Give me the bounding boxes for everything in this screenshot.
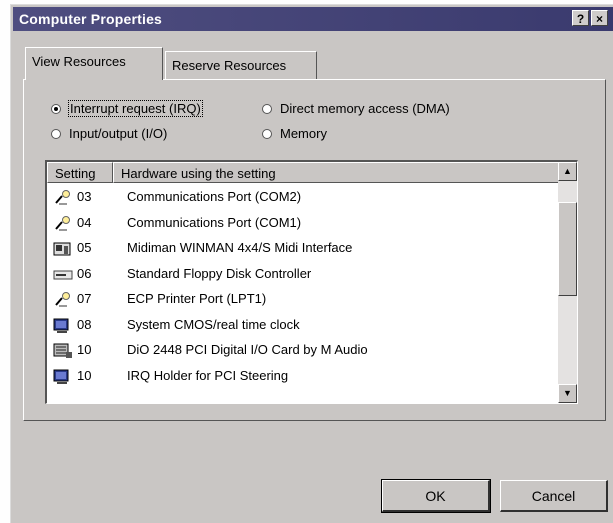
midi-device-icon — [53, 241, 73, 257]
cancel-button[interactable]: Cancel — [500, 480, 608, 512]
list-item[interactable]: 06 Standard Floppy Disk Controller — [47, 262, 559, 288]
list-item[interactable]: 04 Communications Port (COM1) — [47, 211, 559, 237]
row-hardware: DiO 2448 PCI Digital I/O Card by M Audio — [127, 342, 368, 357]
list-item[interactable]: 10 DiO 2448 PCI Digital I/O Card by M Aud… — [47, 338, 559, 364]
column-header-setting[interactable]: Setting — [47, 162, 113, 183]
scroll-down-button[interactable]: ▼ — [558, 384, 577, 403]
radio-io-label: Input/output (I/O) — [69, 126, 168, 141]
row-setting: 10 — [77, 367, 92, 383]
title-bar[interactable]: Computer Properties ? × — [13, 7, 613, 31]
system-device-icon — [53, 318, 73, 334]
list-item[interactable]: 05 Midiman WINMAN 4x4/S Midi Interface — [47, 236, 559, 262]
radio-dma-indicator — [262, 104, 272, 114]
row-setting: 04 — [77, 214, 92, 230]
radio-irq-indicator — [51, 104, 61, 114]
row-setting: 08 — [77, 316, 92, 332]
column-header-hardware[interactable]: Hardware using the setting — [113, 162, 559, 183]
vertical-scrollbar[interactable]: ▲ ▼ — [558, 162, 577, 403]
port-icon — [53, 190, 73, 206]
row-setting: 07 — [77, 291, 92, 306]
help-button[interactable]: ? — [572, 10, 589, 26]
row-hardware: Standard Floppy Disk Controller — [127, 265, 312, 281]
row-hardware: ECP Printer Port (LPT1) — [127, 291, 267, 306]
row-setting: 05 — [77, 240, 92, 255]
radio-memory-label: Memory — [280, 126, 327, 141]
pci-card-icon — [53, 343, 73, 359]
tab-reserve-resources[interactable]: Reserve Resources — [165, 51, 317, 79]
window-title: Computer Properties — [19, 11, 163, 27]
port-icon — [53, 215, 73, 232]
row-setting: 06 — [77, 265, 92, 281]
close-button[interactable]: × — [591, 10, 608, 26]
floppy-controller-icon — [53, 267, 73, 283]
scroll-up-button[interactable]: ▲ — [558, 162, 577, 181]
row-setting: 10 — [77, 342, 92, 357]
scroll-thumb[interactable] — [558, 202, 577, 296]
row-hardware: IRQ Holder for PCI Steering — [127, 367, 289, 383]
row-hardware: Communications Port (COM2) — [127, 189, 302, 204]
radio-dma-label: Direct memory access (DMA) — [280, 101, 450, 116]
tab-view-resources[interactable]: View Resources — [25, 47, 163, 80]
ok-button[interactable]: OK — [381, 479, 491, 513]
list-header: Setting Hardware using the setting — [47, 162, 559, 183]
row-hardware: System CMOS/real time clock — [127, 316, 300, 332]
list-item[interactable]: 07 ECP Printer Port (LPT1) — [47, 287, 559, 313]
resource-list[interactable]: Setting Hardware using the setting 03 Com… — [45, 160, 578, 404]
row-setting: 03 — [77, 189, 92, 204]
port-icon — [53, 292, 73, 308]
row-hardware: Midiman WINMAN 4x4/S Midi Interface — [127, 240, 353, 255]
radio-irq-label: Interrupt request (IRQ) — [68, 100, 203, 117]
system-device-icon — [53, 369, 73, 385]
list-item[interactable]: 08 System CMOS/real time clock — [47, 313, 559, 339]
row-hardware: Communications Port (COM1) — [127, 214, 302, 230]
list-item[interactable]: 10 IRQ Holder for PCI Steering — [47, 364, 559, 390]
radio-io-indicator — [51, 129, 61, 139]
computer-properties-dialog: Computer Properties ? × View Resources R… — [10, 4, 613, 523]
list-rows: 03 Communications Port (COM2) 04 Communicat… — [47, 185, 559, 389]
list-item[interactable]: 03 Communications Port (COM2) — [47, 185, 559, 211]
radio-memory-indicator — [262, 129, 272, 139]
